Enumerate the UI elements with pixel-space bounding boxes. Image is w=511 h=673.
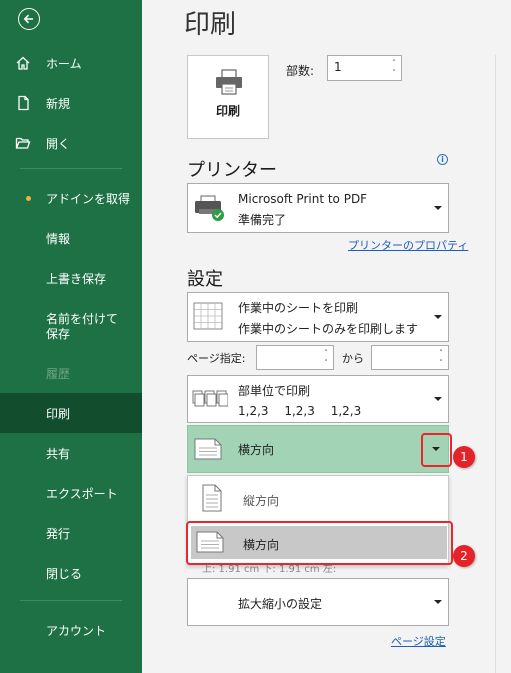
menu-item-portrait[interactable]: 縦方向 [243, 492, 279, 509]
pages-to-input[interactable]: ˄ ˅ [371, 345, 449, 370]
new-indicator-dot [26, 195, 31, 201]
print-what-title: 作業中のシートを印刷 [238, 301, 359, 315]
callout-highlight-2 [186, 521, 453, 565]
pages-to-label: から [342, 352, 364, 365]
scaling-dropdown[interactable]: 拡大縮小の設定 [187, 578, 449, 626]
sheet-grid-icon [193, 302, 223, 330]
portrait-page-icon [202, 484, 222, 512]
callout-badge-1: 1 [453, 446, 475, 468]
landscape-page-icon [194, 438, 222, 460]
print-pane: 印刷 印刷 部数: 1 ˄ ˅ プリンター i Microsoft Print … [142, 0, 511, 673]
collate-description: 1,2,3 1,2,3 1,2,3 [238, 404, 362, 418]
stepper-arrows[interactable]: ˄ ˅ [390, 58, 398, 78]
back-button[interactable] [18, 8, 40, 30]
chevron-down-icon[interactable]: ˅ [392, 68, 396, 78]
print-what-dropdown[interactable]: 作業中のシートを印刷 作業中のシートのみを印刷します [187, 292, 449, 342]
sidebar-item-label: 新規 [46, 96, 71, 111]
printer-device-icon [195, 195, 224, 221]
backstage-sidebar: ホーム 新規 開く アドインを取得 情報 上書き保存 名前を付けて保存 履歴 印… [0, 0, 142, 673]
chevron-up-icon[interactable]: ˄ [439, 348, 443, 358]
sidebar-item-publish[interactable]: 発行 [0, 513, 142, 553]
pages-label: ページ指定: [187, 352, 246, 365]
callout-badge-2: 2 [453, 545, 475, 567]
print-button-label: 印刷 [215, 104, 240, 118]
chevron-down-icon[interactable]: ˅ [324, 358, 328, 368]
dropdown-arrow-icon [434, 206, 442, 210]
folder-open-icon [0, 135, 46, 151]
copies-value: 1 [334, 60, 342, 74]
orientation-selected: 横方向 [238, 443, 275, 457]
chevron-down-icon[interactable]: ˅ [439, 358, 443, 368]
print-what-description: 作業中のシートのみを印刷します [238, 322, 419, 336]
sidebar-item-share[interactable]: 共有 [0, 433, 142, 473]
printer-dropdown[interactable]: Microsoft Print to PDF 準備完了 [187, 183, 449, 233]
sidebar-item-save[interactable]: 上書き保存 [0, 258, 142, 298]
dropdown-arrow-icon [434, 600, 442, 604]
scaling-label: 拡大縮小の設定 [238, 597, 323, 611]
sidebar-item-export[interactable]: エクスポート [0, 473, 142, 513]
sidebar-item-label: 名前を付けて保存 [46, 312, 119, 341]
chevron-up-icon[interactable]: ˄ [392, 58, 396, 68]
collated-pages-icon [192, 390, 228, 407]
sidebar-item-new[interactable]: 新規 [0, 83, 142, 123]
info-icon[interactable]: i [437, 154, 448, 165]
sidebar-item-label: 開く [46, 136, 71, 151]
collate-title: 部単位で印刷 [238, 384, 311, 398]
dropdown-arrow-icon [434, 315, 442, 319]
settings-section-title: 設定 [187, 265, 449, 293]
sidebar-item-label: エクスポート [46, 486, 118, 501]
stepper-arrows[interactable]: ˄ ˅ [437, 348, 445, 368]
sidebar-item-label: ホーム [46, 56, 82, 71]
printer-status: 準備完了 [238, 213, 287, 227]
sidebar-divider [20, 168, 122, 169]
new-document-icon [0, 95, 46, 111]
copies-stepper[interactable]: 1 ˄ ˅ [327, 55, 402, 81]
sidebar-item-get-addins[interactable]: アドインを取得 [0, 178, 142, 218]
copies-label: 部数: [286, 64, 315, 78]
sidebar-item-label: 共有 [46, 446, 71, 461]
sidebar-item-print[interactable]: 印刷 [0, 393, 142, 433]
preview-divider [495, 55, 496, 673]
sidebar-item-label: 上書き保存 [46, 271, 107, 286]
sidebar-item-label: 印刷 [46, 406, 71, 421]
back-arrow-icon [23, 14, 33, 24]
sidebar-item-label: 履歴 [46, 366, 71, 381]
sidebar-item-label: アドインを取得 [46, 191, 131, 206]
sidebar-item-label: 情報 [46, 231, 71, 246]
sidebar-divider [20, 600, 122, 601]
orientation-dropdown[interactable]: 横方向 [187, 425, 449, 473]
page-title: 印刷 [184, 10, 237, 40]
sidebar-item-close[interactable]: 閉じる [0, 553, 142, 593]
sidebar-item-history: 履歴 [0, 353, 142, 393]
sidebar-item-label: アカウント [46, 623, 107, 638]
dropdown-arrow-icon [434, 397, 442, 401]
page-setup-link[interactable]: ページ設定 [391, 633, 446, 649]
collate-dropdown[interactable]: 部単位で印刷 1,2,3 1,2,3 1,2,3 [187, 375, 449, 423]
home-icon [0, 55, 46, 71]
sidebar-item-label: 閉じる [46, 566, 83, 581]
sidebar-item-label: 発行 [46, 526, 71, 541]
sidebar-item-home[interactable]: ホーム [0, 43, 142, 83]
printer-name: Microsoft Print to PDF [238, 192, 368, 206]
sidebar-item-open[interactable]: 開く [0, 123, 142, 163]
sidebar-item-save-as[interactable]: 名前を付けて保存 [0, 305, 142, 349]
print-button[interactable]: 印刷 [187, 55, 269, 139]
stepper-arrows[interactable]: ˄ ˅ [322, 348, 330, 368]
chevron-up-icon[interactable]: ˄ [324, 348, 328, 358]
printer-section-title: プリンター [187, 156, 449, 184]
printer-icon [216, 69, 242, 95]
callout-highlight-1 [421, 433, 452, 467]
sidebar-item-account[interactable]: アカウント [0, 610, 142, 650]
printer-properties-link[interactable]: プリンターのプロパティ [348, 237, 468, 253]
sidebar-item-info[interactable]: 情報 [0, 218, 142, 258]
pages-from-input[interactable]: ˄ ˅ [256, 345, 334, 370]
